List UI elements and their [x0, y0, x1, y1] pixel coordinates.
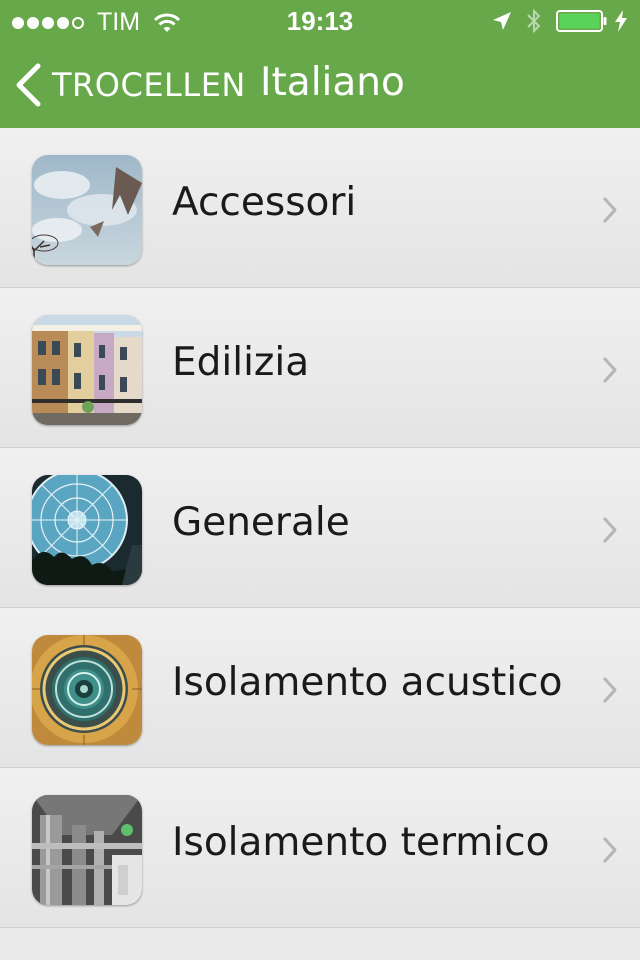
glass-dome-thumbnail: [32, 475, 142, 585]
back-button[interactable]: TROCELLEN: [14, 62, 246, 108]
list-item-label: Isolamento termico: [172, 820, 550, 865]
page-title: Italiano: [260, 60, 405, 105]
bolt-icon: [615, 10, 627, 32]
list-item-generale[interactable]: Generale: [0, 448, 640, 608]
chevron-right-icon: [603, 517, 617, 543]
townhouses-thumbnail: [32, 315, 142, 425]
chevron-right-icon: [603, 837, 617, 863]
category-list: Accessori Edilizia Generale Isolamento a…: [0, 128, 640, 928]
ceiling-ducts-thumbnail: [32, 795, 142, 905]
list-item-isolamento-termico[interactable]: Isolamento termico: [0, 768, 640, 928]
list-item-label: Generale: [172, 500, 350, 545]
list-item-label: Accessori: [172, 180, 357, 225]
status-bar: TIM 19:13: [0, 0, 640, 40]
list-item-label: Edilizia: [172, 340, 310, 385]
location-arrow-icon: [493, 12, 511, 30]
list-empty-area: [0, 928, 640, 960]
chevron-left-icon: [16, 63, 41, 107]
chevron-right-icon: [603, 357, 617, 383]
list-item-accessori[interactable]: Accessori: [0, 128, 640, 288]
bluetooth-icon: [527, 8, 541, 34]
back-button-label: TROCELLEN: [52, 66, 246, 104]
list-item-label: Isolamento acustico: [172, 660, 563, 705]
spiral-staircase-thumbnail: [32, 635, 142, 745]
status-right: [492, 8, 628, 34]
list-item-edilizia[interactable]: Edilizia: [0, 288, 640, 448]
navigation-bar: TROCELLEN Italiano: [0, 40, 640, 128]
chevron-right-icon: [603, 677, 617, 703]
battery-icon: [556, 10, 607, 32]
sky-clouds-thumbnail: [32, 155, 142, 265]
header: TIM 19:13 TROCELLEN Italiano: [0, 0, 640, 128]
list-item-isolamento-acustico[interactable]: Isolamento acustico: [0, 608, 640, 768]
chevron-right-icon: [603, 197, 617, 223]
